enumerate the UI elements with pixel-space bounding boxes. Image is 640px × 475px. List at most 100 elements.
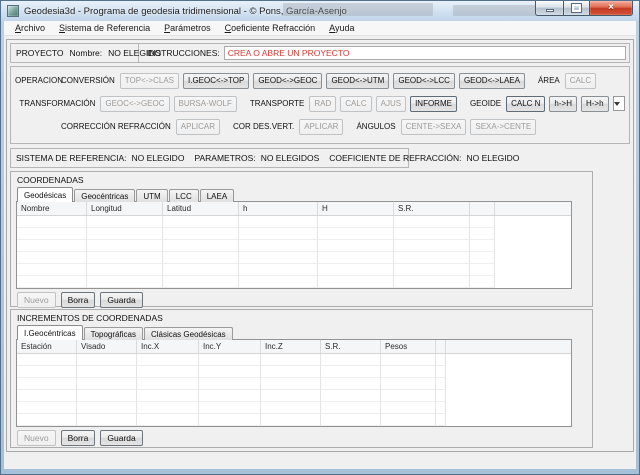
column-header[interactable]: Pesos — [381, 340, 436, 353]
table-cell[interactable] — [87, 228, 163, 240]
coordenadas-nuevo-button[interactable]: Nuevo — [17, 292, 56, 308]
table-cell[interactable] — [17, 276, 87, 288]
table-cell[interactable] — [321, 354, 381, 366]
table-cell[interactable] — [261, 366, 321, 378]
column-header[interactable]: Inc.X — [137, 340, 199, 353]
tab-clasicas-geodesicas[interactable]: Clásicas Geodésicas — [144, 327, 233, 340]
table-cell[interactable] — [163, 228, 239, 240]
maximize-button[interactable] — [563, 1, 590, 16]
table-cell[interactable] — [261, 390, 321, 402]
table-cell[interactable] — [436, 390, 446, 402]
table-cell[interactable] — [163, 216, 239, 228]
table-cell[interactable] — [17, 402, 77, 414]
transporte-calc-button[interactable]: CALC — [340, 96, 371, 112]
table-cell[interactable] — [321, 378, 381, 390]
table-cell[interactable] — [17, 252, 87, 264]
table-cell[interactable] — [163, 264, 239, 276]
table-cell[interactable] — [77, 414, 137, 426]
geod-utm-button[interactable]: GEOD<->UTM — [326, 73, 389, 89]
tab-topograficas[interactable]: Topográficas — [84, 327, 143, 340]
table-row[interactable] — [17, 354, 571, 366]
table-cell[interactable] — [17, 390, 77, 402]
table-cell[interactable] — [470, 216, 495, 228]
table-cell[interactable] — [436, 366, 446, 378]
table-cell[interactable] — [261, 414, 321, 426]
table-cell[interactable] — [17, 378, 77, 390]
column-header[interactable]: Inc.Y — [199, 340, 261, 353]
table-row[interactable] — [17, 390, 571, 402]
igeoc-top-button[interactable]: I.GEOC<->TOP — [183, 73, 249, 89]
area-calc-button[interactable]: CALC — [565, 73, 596, 89]
table-cell[interactable] — [17, 366, 77, 378]
table-row[interactable] — [17, 366, 571, 378]
table-cell[interactable] — [261, 354, 321, 366]
tab-laea[interactable]: LAEA — [200, 189, 234, 202]
table-cell[interactable] — [87, 240, 163, 252]
refraccion-aplicar-button[interactable]: APLICAR — [176, 119, 220, 135]
column-header[interactable]: Visado — [77, 340, 137, 353]
table-cell[interactable] — [17, 228, 87, 240]
table-cell[interactable] — [239, 228, 318, 240]
menu-item-parametros[interactable]: Parámetros — [157, 23, 218, 33]
column-header[interactable]: S.R. — [394, 202, 470, 215]
column-header[interactable]: S.R. — [321, 340, 381, 353]
rad-button[interactable]: RAD — [309, 96, 336, 112]
table-cell[interactable] — [436, 354, 446, 366]
minimize-button[interactable] — [535, 1, 563, 16]
table-row[interactable] — [17, 252, 571, 264]
bursa-wolf-button[interactable]: BURSA-WOLF — [174, 96, 237, 112]
table-cell[interactable] — [17, 414, 77, 426]
informe-button[interactable]: INFORME — [410, 96, 457, 112]
menu-item-sistema-de-referencia[interactable]: Sistema de Referencia — [52, 23, 157, 33]
top-clas-button[interactable]: TOP<->CLAS — [120, 73, 179, 89]
table-cell[interactable] — [137, 378, 199, 390]
table-cell[interactable] — [321, 402, 381, 414]
table-cell[interactable] — [77, 402, 137, 414]
table-row[interactable] — [17, 378, 571, 390]
table-cell[interactable] — [381, 402, 436, 414]
table-cell[interactable] — [470, 264, 495, 276]
table-cell[interactable] — [436, 402, 446, 414]
h-to-H-button[interactable]: h->H — [549, 96, 577, 112]
table-row[interactable] — [17, 402, 571, 414]
des-vert-aplicar-button[interactable]: APLICAR — [299, 119, 343, 135]
table-cell[interactable] — [137, 402, 199, 414]
table-cell[interactable] — [17, 216, 87, 228]
table-row[interactable] — [17, 414, 571, 426]
table-cell[interactable] — [199, 378, 261, 390]
column-header[interactable]: h — [239, 202, 318, 215]
calc-n-button[interactable]: CALC N — [506, 96, 545, 112]
table-cell[interactable] — [239, 264, 318, 276]
coordenadas-guarda-button[interactable]: Guarda — [100, 292, 142, 308]
table-cell[interactable] — [239, 240, 318, 252]
table-cell[interactable] — [239, 276, 318, 288]
table-cell[interactable] — [261, 378, 321, 390]
table-cell[interactable] — [394, 228, 470, 240]
table-cell[interactable] — [318, 276, 394, 288]
sexa-cente-button[interactable]: SEXA->CENTE — [470, 119, 536, 135]
table-cell[interactable] — [321, 390, 381, 402]
table-cell[interactable] — [381, 378, 436, 390]
table-cell[interactable] — [137, 366, 199, 378]
table-cell[interactable] — [77, 366, 137, 378]
table-cell[interactable] — [17, 240, 87, 252]
table-cell[interactable] — [321, 414, 381, 426]
table-cell[interactable] — [163, 252, 239, 264]
table-cell[interactable] — [470, 252, 495, 264]
table-cell[interactable] — [199, 366, 261, 378]
table-cell[interactable] — [199, 414, 261, 426]
titlebar[interactable]: Geodesia3d - Programa de geodesia tridim… — [1, 1, 639, 21]
table-cell[interactable] — [77, 354, 137, 366]
ajus-button[interactable]: AJUS — [376, 96, 406, 112]
geod-laea-button[interactable]: GEOD<->LAEA — [459, 73, 525, 89]
table-cell[interactable] — [394, 276, 470, 288]
table-row[interactable] — [17, 240, 571, 252]
incrementos-borra-button[interactable]: Borra — [61, 430, 96, 446]
tab-geodesicas[interactable]: Geodésicas — [17, 187, 73, 202]
column-header[interactable]: H — [318, 202, 394, 215]
tab-geocentricas[interactable]: Geocéntricas — [74, 189, 135, 202]
H-to-h-button[interactable]: H->h — [581, 96, 609, 112]
table-cell[interactable] — [394, 216, 470, 228]
column-header[interactable]: Latitud — [163, 202, 239, 215]
table-cell[interactable] — [87, 252, 163, 264]
